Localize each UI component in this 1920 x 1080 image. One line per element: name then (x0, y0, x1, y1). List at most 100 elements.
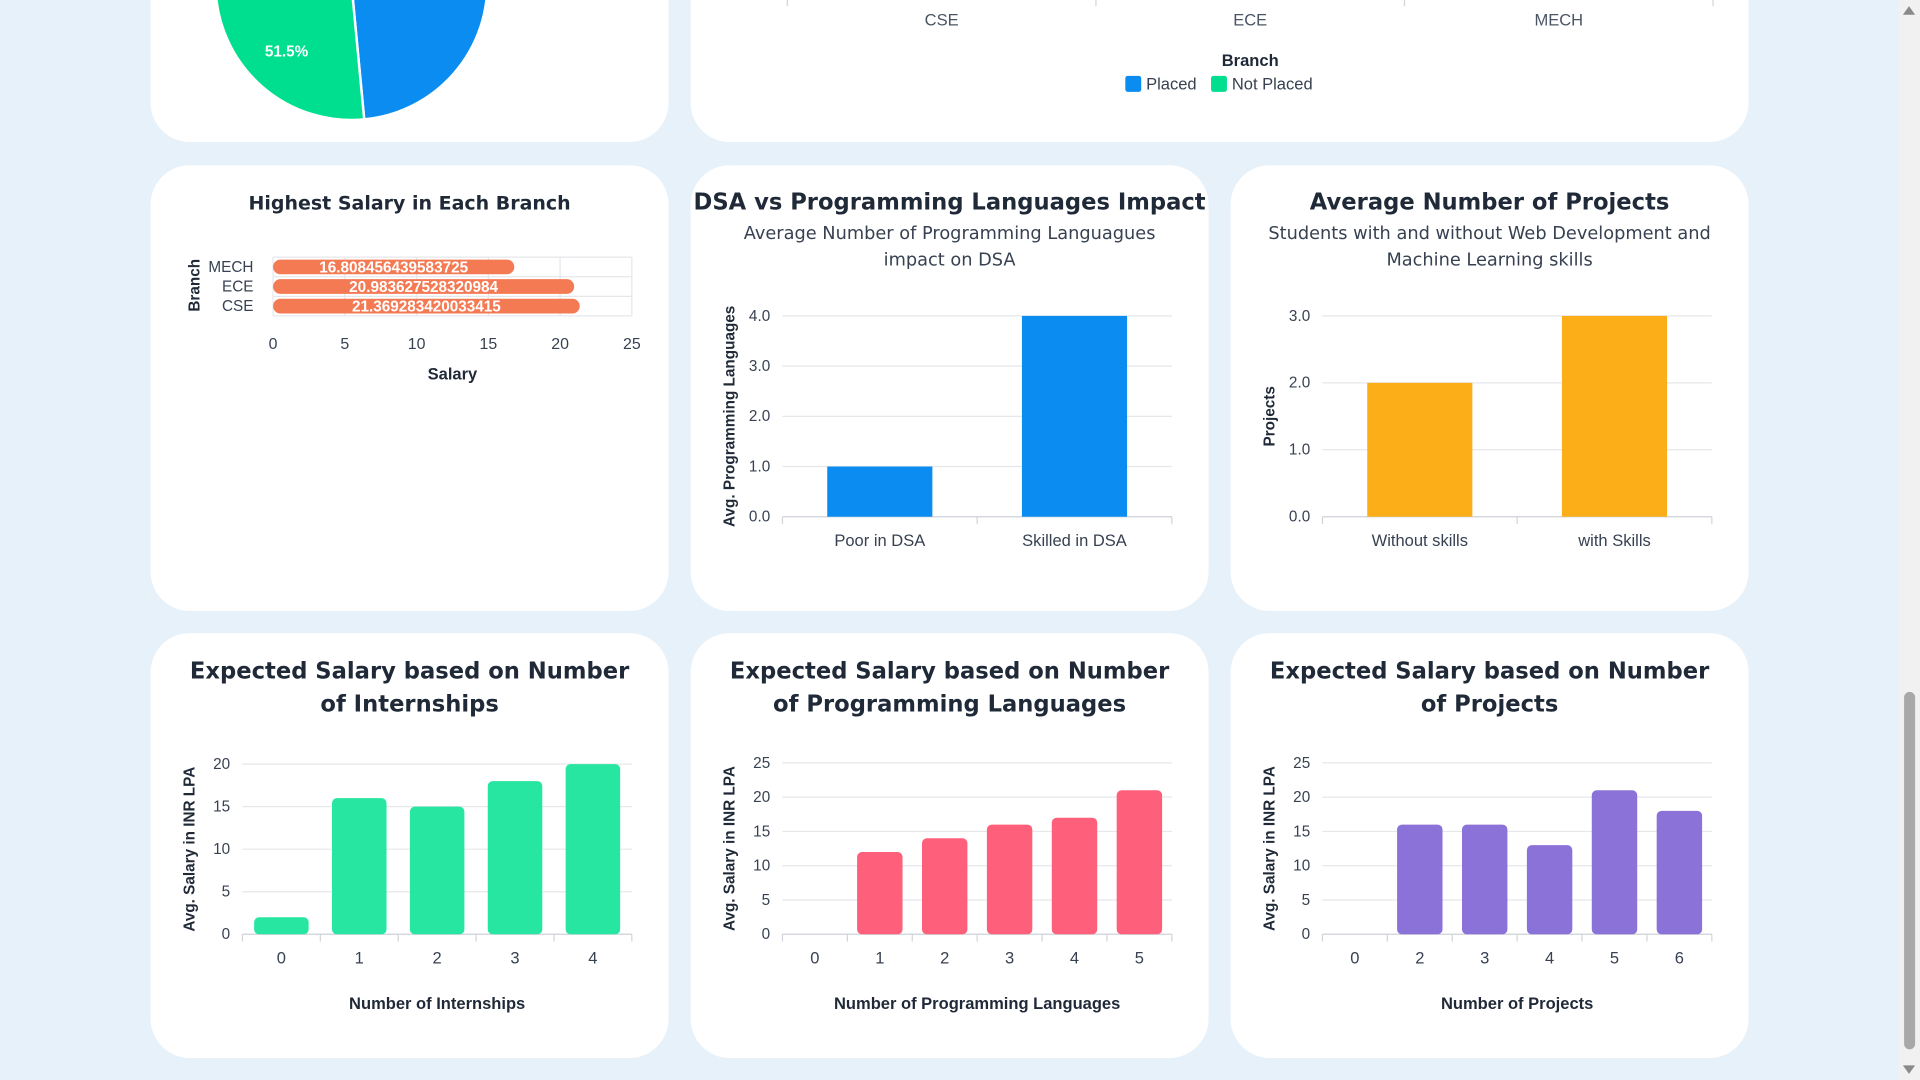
bar-5 (1591, 790, 1638, 935)
y-axis-title: Avg. Programming Languages (722, 306, 739, 527)
x-axis-title: Number of Programming Languages (834, 994, 1120, 1013)
hsal-y-tick-label: CSE (222, 298, 253, 315)
hsal-bar-value-label: 16.808456439583725 (319, 259, 468, 276)
hsal-x-tick-label: 15 (479, 336, 497, 353)
bar-2 (409, 806, 465, 935)
bar-skilled-in-dsa (1021, 315, 1128, 517)
salary-languages-chart: 0 5 10 15 20 25 0 1 2 3 4 5 Number of Programming La… (722, 755, 1173, 1013)
x-tick-label: 3 (510, 949, 519, 968)
y-tick-label: 5 (1302, 892, 1311, 909)
y-tick-label: 15 (213, 799, 230, 816)
x-tick-label: 3 (1480, 949, 1489, 968)
salary-projects-card: Expected Salary based on Number of Proje… (1230, 633, 1749, 1058)
y-axis-title: Avg. Salary in INR LPA (1262, 766, 1279, 931)
scroll-down-arrow-icon[interactable] (1902, 1065, 1916, 1074)
x-tick-label: 6 (1675, 949, 1684, 968)
x-tick-label: 2 (1415, 949, 1424, 968)
hsal-y-tick-label: MECH (208, 259, 253, 276)
x-tick-label: 3 (1005, 949, 1014, 968)
y-tick-label: 0 (222, 926, 231, 943)
x-tick-label: 4 (1070, 949, 1079, 968)
x-tick-label: 1 (355, 949, 364, 968)
pie-slice-label: 51.5% (265, 43, 309, 60)
bar-without-skills (1367, 382, 1473, 517)
y-tick-label: 0 (762, 926, 771, 943)
legend-swatch-not-placed (1211, 75, 1227, 92)
legend-swatch-placed (1125, 75, 1142, 92)
branch-axis-title: Branch (1222, 51, 1279, 70)
dsa-impact-chart: 0.0 1.0 2.0 3.0 4.0 Poor in DSA Skilled in DSA… (722, 306, 1173, 550)
y-tick-label: 10 (753, 858, 770, 875)
y-tick-label: 5 (762, 892, 771, 909)
hsal-bar-value-label: 20.983627528320984 (349, 279, 498, 296)
hsal-x-tick-label: 25 (623, 336, 641, 353)
hsal-y-axis-title: Branch (187, 259, 204, 312)
y-tick-label: 15 (753, 823, 770, 840)
y-tick-label: 5 (222, 884, 231, 901)
y-tick-label: 20 (753, 789, 770, 806)
legend-label-placed[interactable]: Placed (1146, 74, 1197, 93)
legend-label-not-placed[interactable]: Not Placed (1232, 74, 1313, 93)
page-scrollbar[interactable] (1899, 0, 1920, 1080)
bar-1 (857, 852, 903, 935)
y-tick-label: 1.0 (749, 458, 770, 475)
bar-4 (1526, 845, 1573, 935)
placement-pie-card: 51.5% (150, 0, 669, 143)
bar-3 (1461, 824, 1508, 935)
pie-slice-placed (351, 0, 488, 121)
x-tick-label: 4 (1545, 949, 1554, 968)
y-axis-title: Projects (1262, 386, 1279, 446)
y-tick-label: 4.0 (749, 308, 770, 325)
x-tick-label: 0 (1350, 949, 1359, 968)
x-tick-label: 5 (1610, 949, 1619, 968)
salary-languages-card: Expected Salary based on Number of Progr… (690, 633, 1209, 1058)
y-tick-label: 0.0 (749, 509, 770, 526)
y-tick-label: 1.0 (1289, 442, 1310, 459)
x-tick-label: 5 (1135, 949, 1144, 968)
x-tick-label: 2 (940, 949, 949, 968)
bar-with-skills (1561, 315, 1668, 517)
dsa-impact-card: DSA vs Programming Languages Impact Aver… (690, 165, 1209, 612)
y-tick-label: 10 (213, 841, 230, 858)
y-tick-label: 0 (1302, 926, 1311, 943)
x-tick-label: 1 (875, 949, 884, 968)
bar-0 (254, 917, 309, 935)
bar-2 (921, 838, 968, 935)
y-tick-label: 10 (1293, 858, 1310, 875)
bar-4 (565, 764, 621, 935)
placement-pie-chart: 51.5% (215, 0, 488, 122)
branch-tick-label-mech: MECH (1534, 11, 1583, 30)
x-tick-label: Skilled in DSA (1022, 531, 1127, 550)
branch-ticks (786, 0, 1714, 7)
x-tick-label: 0 (277, 949, 286, 968)
bar-1 (332, 798, 387, 935)
placement-branch-chart: CSE ECE MECH Branch Placed Not Placed (786, 0, 1714, 93)
bar-3 (487, 781, 543, 935)
hsal-bar-value-label: 21.369283420033415 (352, 299, 501, 316)
y-tick-label: 25 (1293, 755, 1310, 772)
bar-3 (986, 824, 1033, 935)
salary-internships-card: Expected Salary based on Number of Inter… (150, 633, 669, 1058)
y-tick-label: 0.0 (1289, 509, 1310, 526)
highest-salary-chart: 0 5 10 15 20 25 MECH 16.808456439583725 ECE 20.98… (187, 256, 641, 384)
y-tick-label: 25 (753, 755, 770, 772)
salary-internships-chart: 0 5 10 15 20 0 1 2 3 4 Number of Internships Avg. S… (182, 756, 633, 1013)
dashboard-page: 51.5% CSE ECE MECH Branch Placed Not Pla… (0, 0, 1920, 1080)
y-tick-label: 2.0 (1289, 375, 1310, 392)
x-tick-label: Poor in DSA (834, 531, 925, 550)
y-tick-label: 20 (213, 756, 230, 773)
placement-branch-card: CSE ECE MECH Branch Placed Not Placed (690, 0, 1749, 143)
x-tick-label: 2 (433, 949, 442, 968)
bar-6 (1656, 810, 1703, 935)
bar-4 (1051, 817, 1098, 935)
avg-projects-card: Average Number of Projects Students with… (1230, 165, 1749, 612)
highest-salary-card: Highest Salary in Each Branch 0 5 10 15 20 25… (150, 165, 669, 612)
branch-tick-label-ece: ECE (1233, 11, 1267, 30)
x-tick-label: with Skills (1577, 531, 1651, 550)
scrollbar-thumb[interactable] (1904, 691, 1916, 1050)
scroll-up-arrow-icon[interactable] (1902, 6, 1916, 15)
hsal-x-tick-label: 20 (551, 336, 569, 353)
y-tick-label: 3.0 (749, 358, 770, 375)
y-axis-title: Avg. Salary in INR LPA (182, 767, 199, 932)
hsal-y-tick-label: ECE (222, 278, 253, 295)
